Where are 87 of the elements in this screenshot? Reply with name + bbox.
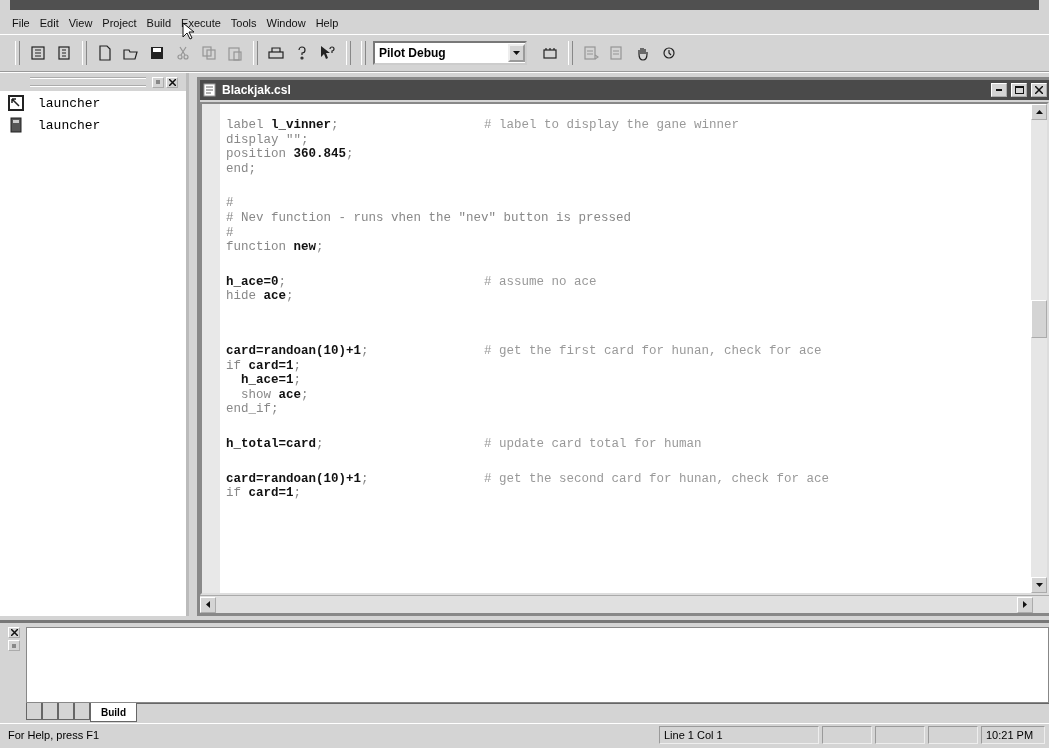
code-comment: # get the second card for hunan, check for ace xyxy=(484,471,831,487)
scroll-left-button[interactable] xyxy=(200,596,216,613)
close-button[interactable] xyxy=(166,76,178,88)
cursor-position: Line 1 Col 1 xyxy=(659,726,819,744)
right-arrow-icon xyxy=(1023,601,1027,608)
item-label: launcher xyxy=(38,95,101,111)
caret-icon xyxy=(513,51,520,55)
code-line: end; xyxy=(226,161,257,177)
panel-grip[interactable] xyxy=(30,77,146,87)
code-line: position 360.845; xyxy=(226,147,355,162)
paste-icon xyxy=(227,45,243,61)
minimize-icon xyxy=(996,89,1002,91)
close-button[interactable] xyxy=(1031,83,1047,97)
status-pane xyxy=(928,726,978,744)
left-arrow-icon xyxy=(206,601,210,608)
menu-item[interactable]: File xyxy=(8,17,34,29)
up-arrow-icon xyxy=(1035,110,1043,114)
menu-item[interactable]: Execute xyxy=(177,17,225,29)
scroll-down-button[interactable] xyxy=(1031,577,1047,593)
new-file-icon xyxy=(97,45,113,61)
item-label: launcher xyxy=(38,117,101,133)
code-line: end_if; xyxy=(226,402,280,417)
code-line: h_ace=1; xyxy=(240,373,303,388)
code-comment: # assume no ace xyxy=(484,274,598,290)
maximize-button[interactable] xyxy=(1011,83,1027,97)
code-line: card=randoan(10)+1; xyxy=(226,343,370,359)
save-icon xyxy=(149,45,165,61)
code-line: label l_vinner; xyxy=(226,118,340,133)
down-arrow-icon xyxy=(1035,583,1043,587)
code-comment: # update card total for human xyxy=(484,436,703,452)
close-icon xyxy=(10,629,18,636)
output-tab[interactable]: Build xyxy=(90,703,137,722)
code-line: function new; xyxy=(226,240,325,255)
code-line: card=randoan(10)+1; xyxy=(226,471,370,487)
tree-item[interactable]: launcher xyxy=(8,95,178,111)
menu-item[interactable]: Build xyxy=(142,17,176,29)
code-comment: # get the first card for hunan, check for ace xyxy=(484,343,823,359)
print-icon xyxy=(268,45,284,61)
code-line: # xyxy=(226,225,235,241)
output-tab[interactable] xyxy=(58,703,74,720)
status-pane xyxy=(875,726,925,744)
code-line: h_ace=0; xyxy=(226,274,288,290)
output-tab[interactable] xyxy=(42,703,58,720)
output-tab[interactable] xyxy=(74,703,90,720)
close-icon xyxy=(1035,86,1043,94)
minimize-button[interactable] xyxy=(991,83,1007,97)
menu-item[interactable]: View xyxy=(64,17,97,29)
file-icon xyxy=(8,117,24,133)
watch-icon xyxy=(661,45,677,61)
status-message: For Help, press F1 xyxy=(8,729,101,741)
scroll-right-button[interactable] xyxy=(1017,596,1033,613)
menu-item[interactable]: Edit xyxy=(35,17,63,29)
context-help-icon xyxy=(320,45,336,61)
code-line: # Nev function - runs vhen the "nev" button is pressed xyxy=(226,210,633,226)
scroll-thumb[interactable] xyxy=(1031,300,1047,338)
code-comment: # label to display the gane winner xyxy=(484,118,741,133)
output-tab[interactable] xyxy=(26,703,42,720)
horizontal-scrollbar[interactable] xyxy=(200,595,1049,613)
menu-item[interactable]: Tools xyxy=(226,17,261,29)
copy-icon xyxy=(201,45,217,61)
code-line: hide ace; xyxy=(226,289,295,304)
application-icon xyxy=(8,95,24,111)
menu-item[interactable]: Window xyxy=(262,17,310,29)
code-line: display ""; xyxy=(226,132,310,148)
status-clock: 10:21 PM xyxy=(981,726,1045,744)
maximize-icon xyxy=(1014,86,1024,94)
restore-icon xyxy=(12,643,16,648)
code-line: show ace; xyxy=(240,387,310,403)
cut-icon xyxy=(175,45,191,61)
scroll-up-button[interactable] xyxy=(1031,104,1047,120)
code-line: if card=1; xyxy=(226,358,303,374)
close-button[interactable] xyxy=(8,627,20,638)
document-icon xyxy=(202,82,218,98)
menu-item[interactable]: Project xyxy=(98,17,141,29)
status-pane xyxy=(822,726,872,744)
tree-item[interactable]: launcher xyxy=(8,117,178,133)
vertical-scrollbar[interactable] xyxy=(1031,104,1047,593)
code-line: h_total=card; xyxy=(226,436,325,452)
dropdown-button[interactable] xyxy=(508,44,525,62)
window-title: Blackjak.csl xyxy=(222,83,292,97)
code-line: if card=1; xyxy=(226,486,303,501)
restore-icon xyxy=(156,80,160,84)
hand-icon xyxy=(635,45,651,61)
code-line: # xyxy=(226,196,235,211)
configuration-dropdown[interactable]: Pilot Debug xyxy=(373,41,527,65)
menu-item[interactable]: Help xyxy=(311,17,343,29)
close-icon xyxy=(168,78,176,86)
